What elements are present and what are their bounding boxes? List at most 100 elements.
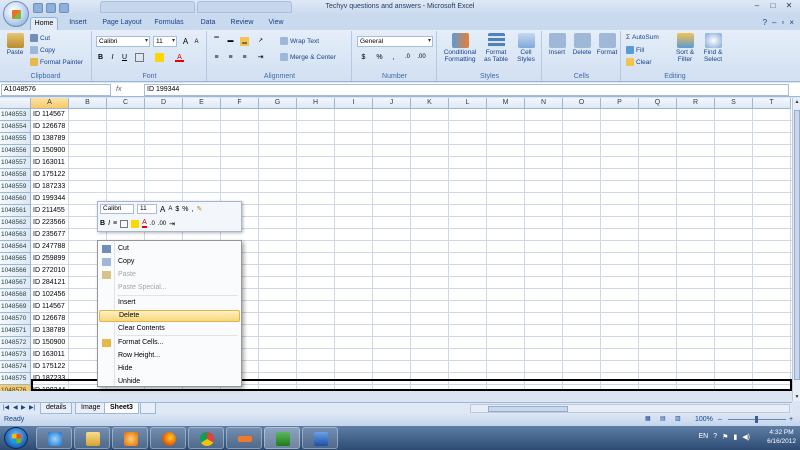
find-select-button[interactable]: Find & Select xyxy=(700,33,726,63)
menu-item-clear-contents[interactable]: Clear Contents xyxy=(99,323,240,335)
help-icon[interactable]: ? xyxy=(763,18,767,27)
cell-a[interactable]: ID 150900 xyxy=(32,337,65,349)
align-top-icon[interactable]: ▔ xyxy=(212,37,221,46)
cell-a[interactable]: ID 163011 xyxy=(32,157,65,169)
italic-button[interactable]: I xyxy=(108,53,117,62)
cell-a[interactable]: ID 284121 xyxy=(32,277,65,289)
column-header-e[interactable]: E xyxy=(183,98,221,109)
column-header-f[interactable]: F xyxy=(221,98,259,109)
sheet-tab-image[interactable]: Image xyxy=(75,403,107,414)
column-header-l[interactable]: L xyxy=(449,98,487,109)
row-header[interactable]: 1048558 xyxy=(0,169,31,181)
ribbon-minimize-icon[interactable]: – xyxy=(772,18,776,27)
start-button[interactable] xyxy=(4,427,28,449)
scroll-down-icon[interactable]: ▼ xyxy=(793,394,800,400)
taskbar-word[interactable] xyxy=(302,427,338,449)
row-header[interactable]: 1048571 xyxy=(0,325,31,337)
align-left-icon[interactable]: ≡ xyxy=(212,53,221,62)
menu-item-cut[interactable]: Cut xyxy=(99,243,240,255)
cell-a[interactable]: ID 163011 xyxy=(32,349,65,361)
zoom-out-button[interactable]: – xyxy=(718,414,722,425)
row-header[interactable]: 1048564 xyxy=(0,241,31,253)
taskbar-firefox[interactable] xyxy=(150,427,186,449)
borders-icon[interactable] xyxy=(135,53,144,62)
mini-currency-button[interactable]: $ xyxy=(175,206,179,213)
mini-font-color-button[interactable]: A xyxy=(142,219,147,228)
column-header-c[interactable]: C xyxy=(107,98,145,109)
shrink-font-button[interactable]: A xyxy=(192,38,201,47)
column-header-q[interactable]: Q xyxy=(639,98,677,109)
column-header-j[interactable]: J xyxy=(373,98,411,109)
menu-item-insert[interactable]: Insert xyxy=(99,297,240,309)
cell-a[interactable]: ID 126678 xyxy=(32,313,65,325)
column-header-a[interactable]: A xyxy=(31,98,69,109)
column-header-d[interactable]: D xyxy=(145,98,183,109)
tab-page-layout[interactable]: Page Layout xyxy=(98,17,146,30)
row-header[interactable]: 1048554 xyxy=(0,121,31,133)
sheet-tab-sheet3[interactable]: Sheet3 xyxy=(104,403,139,414)
delete-cells-button[interactable]: Delete xyxy=(570,33,594,56)
zoom-level[interactable]: 100% xyxy=(695,414,713,425)
column-header-k[interactable]: K xyxy=(411,98,449,109)
row-header[interactable]: 1048573 xyxy=(0,349,31,361)
percent-button[interactable]: % xyxy=(375,53,384,62)
bold-button[interactable]: B xyxy=(96,53,105,62)
cell-a[interactable]: ID 272010 xyxy=(32,265,65,277)
row-header[interactable]: 1048563 xyxy=(0,229,31,241)
mini-decrease-decimal-button[interactable]: .00 xyxy=(158,221,166,227)
mini-italic-button[interactable]: I xyxy=(108,220,110,227)
menu-item-hide[interactable]: Hide xyxy=(99,363,240,375)
menu-item-delete[interactable]: Delete xyxy=(99,310,240,322)
column-header-o[interactable]: O xyxy=(563,98,601,109)
cell-a[interactable]: ID 247788 xyxy=(32,241,65,253)
row-header[interactable]: 1048562 xyxy=(0,217,31,229)
page-break-view-icon[interactable]: ▥ xyxy=(675,414,681,425)
align-bottom-icon[interactable]: ▁ xyxy=(240,37,249,46)
select-all-corner[interactable] xyxy=(0,98,31,109)
vertical-scrollbar[interactable]: ▲ ▼ xyxy=(792,98,800,401)
merge-center-button[interactable]: Merge & Center xyxy=(280,53,336,61)
normal-view-icon[interactable]: ▦ xyxy=(645,414,651,425)
taskbar-app[interactable] xyxy=(226,427,262,449)
formula-input[interactable]: ID 199344 xyxy=(144,84,789,96)
column-header-p[interactable]: P xyxy=(601,98,639,109)
last-sheet-icon[interactable]: ▶| xyxy=(29,404,35,411)
mini-align-button[interactable]: ≡ xyxy=(113,220,117,227)
mini-comma-button[interactable]: , xyxy=(192,206,194,213)
tab-view[interactable]: View xyxy=(262,17,290,30)
menu-item-format-cells[interactable]: Format Cells... xyxy=(99,337,240,349)
cell-a[interactable]: ID 187233 xyxy=(32,181,65,193)
mini-fill-color-icon[interactable] xyxy=(131,219,140,228)
underline-button[interactable]: U xyxy=(120,53,129,62)
sheet-tab-details[interactable]: details xyxy=(40,403,73,414)
row-header[interactable]: 1048560 xyxy=(0,193,31,205)
column-header-g[interactable]: G xyxy=(259,98,297,109)
tab-review[interactable]: Review xyxy=(226,17,258,30)
fill-button[interactable]: Fill xyxy=(626,46,644,54)
row-header[interactable]: 1048574 xyxy=(0,361,31,373)
taskbar-explorer[interactable] xyxy=(74,427,110,449)
maximize-button[interactable]: □ xyxy=(766,1,780,12)
row-header[interactable]: 1048569 xyxy=(0,301,31,313)
mini-shrink-font-button[interactable]: A xyxy=(168,206,172,212)
cell-a[interactable]: ID 114567 xyxy=(32,109,65,121)
taskbar-excel[interactable] xyxy=(264,427,300,449)
column-header-h[interactable]: H xyxy=(297,98,335,109)
format-painter-button[interactable]: Format Painter xyxy=(30,58,83,66)
scroll-up-icon[interactable]: ▲ xyxy=(793,99,800,105)
align-right-icon[interactable]: ≡ xyxy=(240,53,249,62)
minimize-button[interactable]: – xyxy=(750,1,764,12)
zoom-slider-thumb[interactable] xyxy=(755,416,758,423)
row-header[interactable]: 1048576 xyxy=(0,385,31,391)
mini-percent-button[interactable]: % xyxy=(182,206,188,213)
format-as-table-button[interactable]: Format as Table xyxy=(482,33,510,63)
decrease-decimal-button[interactable]: .00 xyxy=(417,53,426,62)
increase-decimal-button[interactable]: .0 xyxy=(403,53,412,62)
first-sheet-icon[interactable]: |◀ xyxy=(3,404,9,411)
help-tray-icon[interactable]: ? xyxy=(713,433,717,441)
orientation-icon[interactable]: ↗ xyxy=(256,37,265,46)
tab-data[interactable]: Data xyxy=(194,17,222,30)
row-header[interactable]: 1048553 xyxy=(0,109,31,121)
column-header-n[interactable]: N xyxy=(525,98,563,109)
ribbon-restore-icon[interactable]: ▫ xyxy=(781,18,784,27)
